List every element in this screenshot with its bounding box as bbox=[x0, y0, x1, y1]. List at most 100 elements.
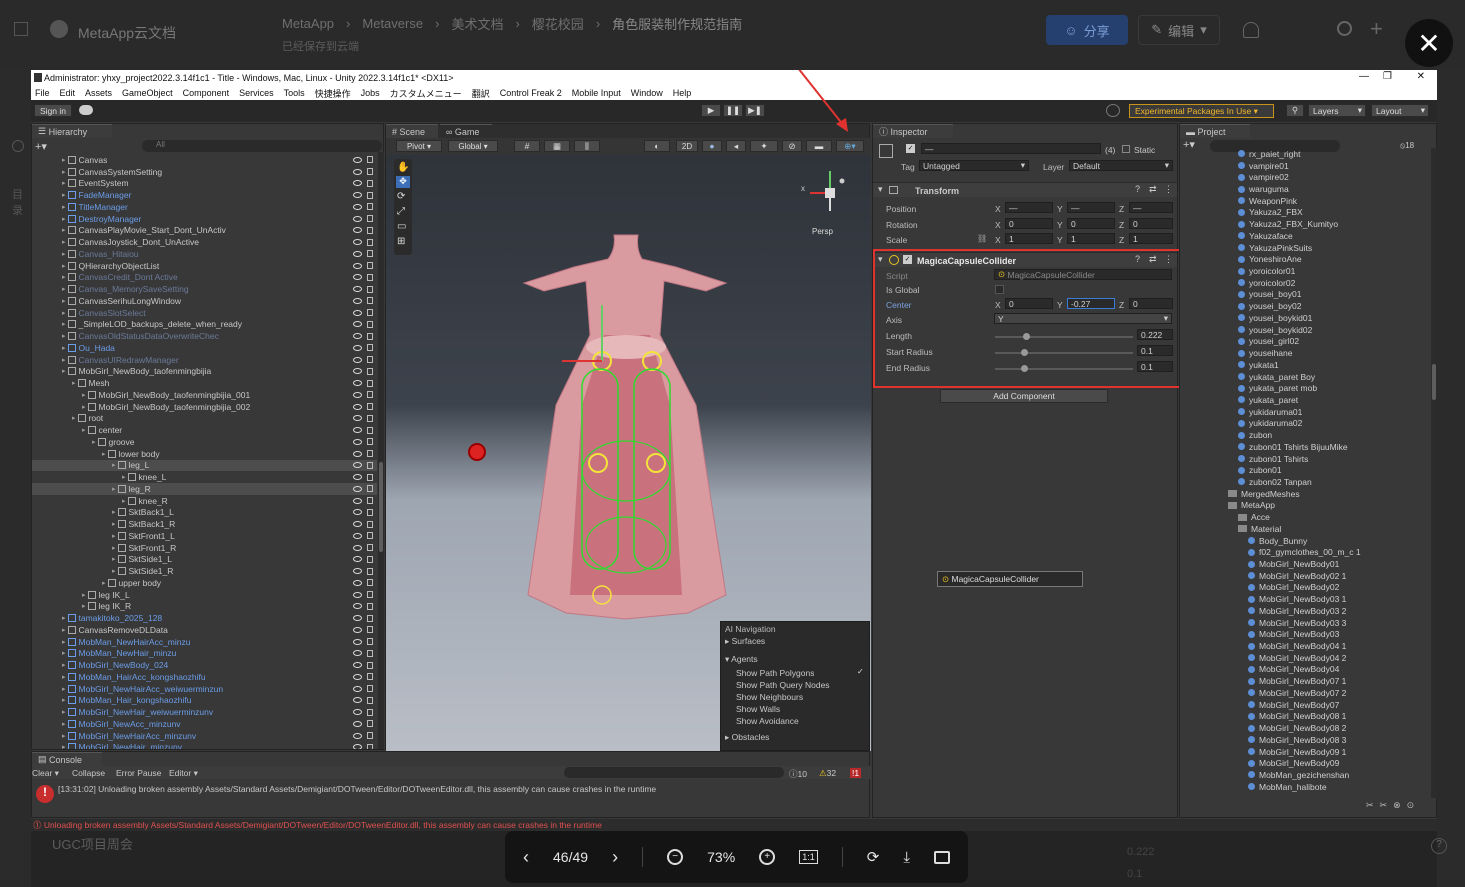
project-asset[interactable]: yousei_boy01 bbox=[1180, 289, 1430, 301]
lock-icon[interactable] bbox=[367, 544, 373, 552]
visibility-icon[interactable] bbox=[353, 732, 362, 739]
hierarchy-search-input[interactable]: All bbox=[142, 140, 382, 152]
foldout-icon[interactable]: ▸ bbox=[62, 320, 66, 328]
rotate-icon[interactable]: ⟳ bbox=[867, 848, 880, 866]
visibility-icon[interactable] bbox=[353, 297, 362, 304]
project-asset[interactable]: yukidaruma02 bbox=[1180, 418, 1430, 430]
visibility-icon[interactable] bbox=[353, 262, 362, 269]
search-icon[interactable] bbox=[12, 140, 24, 152]
foldout-icon[interactable]: ▸ bbox=[112, 520, 116, 528]
visibility-icon[interactable] bbox=[353, 579, 362, 586]
hierarchy-row[interactable]: ▸ knee_L bbox=[32, 471, 377, 483]
nav-obstacles[interactable]: ▸ Obstacles bbox=[725, 732, 769, 743]
link-icon[interactable]: ⛓ bbox=[977, 234, 987, 243]
project-asset[interactable]: yousei_girl02 bbox=[1180, 336, 1430, 348]
hierarchy-row[interactable]: ▸ CanvasJoystick_Dont_UnActive bbox=[32, 236, 377, 248]
lock-icon[interactable] bbox=[367, 485, 373, 493]
menu-assets[interactable]: Assets bbox=[85, 88, 112, 98]
lock-icon[interactable] bbox=[367, 238, 373, 246]
project-asset[interactable]: yukata1 bbox=[1180, 359, 1430, 371]
foldout-icon[interactable]: ▸ bbox=[62, 309, 66, 317]
foldout-icon[interactable]: ▸ bbox=[62, 673, 66, 681]
visibility-icon[interactable] bbox=[353, 556, 362, 563]
visibility-icon[interactable] bbox=[353, 215, 362, 222]
foldout-icon[interactable]: ▸ bbox=[82, 391, 86, 399]
project-asset[interactable]: yousei_boy02 bbox=[1180, 300, 1430, 312]
check-icon[interactable]: ✓ bbox=[857, 667, 864, 676]
foldout-icon[interactable]: ▸ bbox=[62, 356, 66, 364]
foldout-icon[interactable]: ▸ bbox=[82, 591, 86, 599]
visibility-icon[interactable] bbox=[353, 544, 362, 551]
hierarchy-row[interactable]: ▸ Canvas_Hitaiou bbox=[32, 248, 377, 260]
visibility-icon[interactable] bbox=[353, 344, 362, 351]
project-asset[interactable]: yoroicolor01 bbox=[1180, 265, 1430, 277]
hierarchy-row[interactable]: ▸ MobGirl_NewBody_taofenmingbijia bbox=[32, 366, 377, 378]
menu-help[interactable]: Help bbox=[673, 88, 692, 98]
visibility-icon[interactable] bbox=[353, 709, 362, 716]
effects-icon[interactable]: ✦ bbox=[750, 140, 778, 152]
hierarchy-row[interactable]: ▸ upper body bbox=[32, 577, 377, 589]
project-asset[interactable]: MobMan_halibote bbox=[1180, 781, 1430, 793]
hierarchy-row[interactable]: ▸ CanvasUIRedrawManager bbox=[32, 354, 377, 366]
next-page-icon[interactable]: › bbox=[612, 847, 618, 868]
project-asset[interactable]: MobGirl_NewBody03 1 bbox=[1180, 593, 1430, 605]
visibility-icon[interactable] bbox=[353, 626, 362, 633]
lock-icon[interactable] bbox=[367, 156, 373, 164]
lock-icon[interactable] bbox=[367, 403, 373, 411]
scene-viewport[interactable]: ✋ ✥ ⟳ ⤢ ▭ ⊞ x Persp AI Navigation ▸ Surf… bbox=[386, 155, 871, 751]
menu-component[interactable]: Component bbox=[183, 88, 230, 98]
lock-icon[interactable] bbox=[367, 356, 373, 364]
lock-icon[interactable] bbox=[367, 414, 373, 422]
visibility-icon[interactable] bbox=[353, 485, 362, 492]
console-message[interactable]: [13:31:02] Unloading broken assembly Ass… bbox=[58, 784, 858, 794]
foldout-icon[interactable]: ▸ bbox=[112, 532, 116, 540]
foldout-icon[interactable]: ▸ bbox=[62, 238, 66, 246]
visibility-icon[interactable] bbox=[353, 427, 362, 434]
tab-inspector[interactable]: ⓘ Inspector bbox=[873, 124, 953, 138]
project-asset[interactable]: yukidaruma01 bbox=[1180, 406, 1430, 418]
tab-game[interactable]: ∞ Game bbox=[440, 124, 492, 138]
menu-tools[interactable]: Tools bbox=[284, 88, 305, 98]
hierarchy-row[interactable]: ▸ MobGirl_NewBody_taofenmingbijia_001 bbox=[32, 389, 377, 401]
foldout-icon[interactable]: ▸ bbox=[62, 226, 66, 234]
visibility-icon[interactable] bbox=[353, 415, 362, 422]
project-asset[interactable]: YakuzaPinkSuits bbox=[1180, 242, 1430, 254]
project-asset[interactable]: MobGirl_NewBody04 1 bbox=[1180, 640, 1430, 652]
hierarchy-row[interactable]: ▸ leg IK_L bbox=[32, 589, 377, 601]
menu-edit[interactable]: Edit bbox=[60, 88, 76, 98]
project-asset[interactable]: MobGirl_NewBody07 bbox=[1180, 699, 1430, 711]
nav-show-avoidance[interactable]: Show Avoidance bbox=[736, 716, 799, 726]
lock-icon[interactable] bbox=[367, 661, 373, 669]
lock-icon[interactable] bbox=[367, 391, 373, 399]
layers-dropdown[interactable]: Layers ▾ bbox=[1308, 104, 1366, 117]
snap-icon[interactable]: ▦ bbox=[544, 140, 570, 152]
hierarchy-row[interactable]: ▸ CanvasRemoveDLData bbox=[32, 624, 377, 636]
lock-icon[interactable] bbox=[367, 191, 373, 199]
close-viewer-button[interactable]: ✕ bbox=[1405, 19, 1453, 67]
visibility-icon[interactable] bbox=[353, 521, 362, 528]
dragged-component[interactable]: ⊙ MagicaCapsuleCollider bbox=[937, 571, 1083, 587]
visibility-icon[interactable] bbox=[353, 638, 362, 645]
lock-icon[interactable] bbox=[367, 344, 373, 352]
project-asset[interactable]: zubon01 bbox=[1180, 464, 1430, 476]
lock-icon[interactable] bbox=[367, 732, 373, 740]
menu-icon[interactable] bbox=[14, 22, 28, 36]
foldout-icon[interactable]: ▸ bbox=[112, 485, 116, 493]
visibility-icon[interactable] bbox=[353, 368, 362, 375]
hierarchy-row[interactable]: ▸ MobGirl_NewHairAcc_weiwuerminzun bbox=[32, 683, 377, 695]
breadcrumb-item[interactable]: Metaverse bbox=[362, 16, 423, 31]
lock-icon[interactable] bbox=[367, 497, 373, 505]
rot-z-field[interactable]: 0 bbox=[1129, 218, 1173, 229]
project-asset[interactable]: MobGirl_NewBody02 bbox=[1180, 582, 1430, 594]
project-asset[interactable]: yukata_paret bbox=[1180, 394, 1430, 406]
foldout-icon[interactable]: ▸ bbox=[62, 708, 66, 716]
foldout-icon[interactable]: ▸ bbox=[122, 473, 126, 481]
foldout-icon[interactable]: ▸ bbox=[62, 649, 66, 657]
visibility-icon[interactable] bbox=[353, 403, 362, 410]
lock-icon[interactable] bbox=[367, 473, 373, 481]
lock-icon[interactable] bbox=[367, 379, 373, 387]
prev-page-icon[interactable]: ‹ bbox=[523, 847, 529, 868]
pause-button[interactable]: ❚❚ bbox=[723, 104, 743, 117]
pos-x-field[interactable]: — bbox=[1005, 202, 1053, 213]
edit-button[interactable]: ✎ 编辑 ▾ bbox=[1138, 15, 1220, 45]
